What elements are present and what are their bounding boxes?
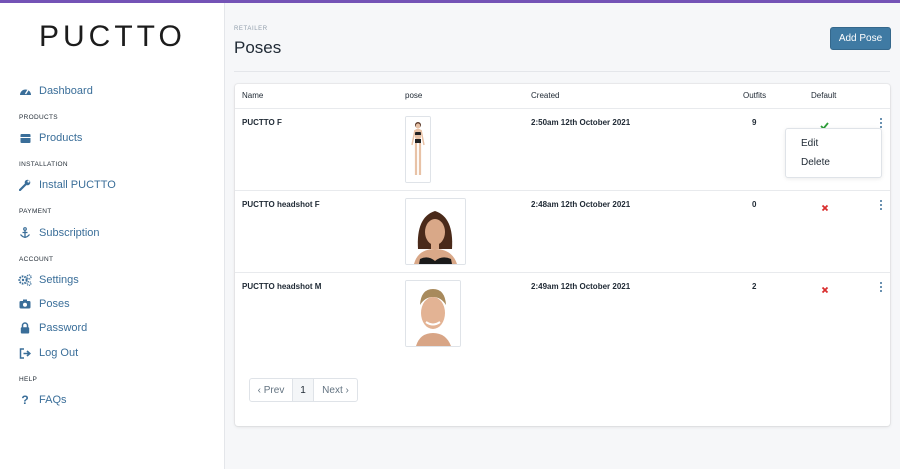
sidebar-item-poses[interactable]: Poses: [18, 295, 70, 313]
column-header-outfits: Outfits: [743, 91, 767, 100]
row-divider: [235, 272, 890, 273]
column-header-pose: pose: [405, 91, 423, 100]
section-label-help: HELP: [19, 376, 38, 383]
question-icon: ?: [21, 393, 29, 407]
pose-thumbnail-full-body[interactable]: [405, 116, 431, 183]
sidebar-item-label: Products: [39, 132, 83, 144]
section-label-installation: INSTALLATION: [19, 161, 68, 168]
pagination-prev-button[interactable]: ‹ Prev: [250, 379, 292, 401]
table-row-outfits: 9: [752, 118, 757, 127]
section-label-products: PRODUCTS: [19, 114, 58, 121]
table-row-name: PUCTTO headshot M: [242, 282, 322, 291]
sidebar-item-label: Install PUCTTO: [39, 179, 116, 191]
anchor-icon: [18, 226, 32, 240]
table-row-outfits: 2: [752, 282, 757, 291]
full-body-model-image: [406, 117, 430, 182]
row-divider: [235, 108, 890, 109]
pose-thumbnail-headshot-male[interactable]: [405, 280, 461, 347]
sidebar-item-label: Poses: [39, 298, 70, 310]
dropdown-item-delete[interactable]: Delete: [801, 157, 830, 168]
wrench-icon: [18, 178, 32, 192]
header-divider: [234, 71, 890, 72]
camera-icon: [18, 297, 32, 311]
lock-icon: [18, 321, 32, 335]
row-actions-dropdown: Edit Delete: [785, 128, 882, 178]
sidebar-item-logout[interactable]: Log Out: [18, 344, 78, 362]
section-label-payment: PAYMENT: [19, 208, 52, 215]
sidebar-item-subscription[interactable]: Subscription: [18, 224, 100, 242]
sidebar-item-dashboard[interactable]: Dashboard: [18, 82, 93, 100]
sidebar-item-label: Subscription: [39, 227, 100, 239]
column-header-default: Default: [811, 91, 837, 100]
not-default-cross-icon: [821, 199, 829, 217]
pagination-next-button[interactable]: Next ›: [314, 379, 357, 401]
sidebar-item-label: Settings: [39, 274, 79, 286]
table-row-created: 2:50am 12th October 2021: [531, 118, 631, 127]
sidebar-item-products[interactable]: Products: [18, 129, 82, 147]
row-divider: [235, 190, 890, 191]
pagination: ‹ Prev 1 Next ›: [249, 378, 358, 402]
pagination-page-1[interactable]: 1: [292, 379, 314, 401]
sidebar-item-label: Dashboard: [39, 85, 93, 97]
section-label-account: ACCOUNT: [19, 256, 54, 263]
table-row-outfits: 0: [752, 200, 757, 209]
sidebar-item-label: Log Out: [39, 347, 79, 359]
column-header-created: Created: [531, 91, 560, 100]
sidebar-item-settings[interactable]: Settings: [18, 271, 79, 289]
gears-icon: [18, 273, 32, 287]
sidebar-item-label: FAQs: [39, 394, 67, 406]
column-header-name: Name: [242, 91, 264, 100]
table-row-name: PUCTTO headshot F: [242, 200, 320, 209]
sidebar-item-faqs[interactable]: ? FAQs: [18, 391, 67, 409]
row-actions-menu-icon[interactable]: [878, 282, 884, 292]
male-headshot-image: [406, 281, 460, 346]
sidebar-item-label: Password: [39, 322, 88, 334]
table-row-created: 2:49am 12th October 2021: [531, 282, 631, 291]
female-headshot-image: [406, 199, 465, 264]
pose-thumbnail-headshot-female[interactable]: [405, 198, 466, 265]
sidebar-item-install[interactable]: Install PUCTTO: [18, 176, 116, 194]
sidebar-item-password[interactable]: Password: [18, 319, 87, 337]
sign-out-icon: [18, 346, 32, 360]
add-pose-button[interactable]: Add Pose: [830, 27, 891, 50]
page-title: Poses: [234, 38, 282, 57]
box-icon: [18, 131, 32, 145]
table-row-created: 2:48am 12th October 2021: [531, 200, 631, 209]
not-default-cross-icon: [821, 281, 829, 299]
table-row-name: PUCTTO F: [242, 118, 282, 127]
dropdown-item-edit[interactable]: Edit: [801, 138, 818, 149]
dashboard-gauge-icon: [18, 84, 32, 98]
row-actions-menu-icon[interactable]: [878, 118, 884, 128]
page-breadcrumb: RETAILER: [234, 26, 268, 32]
row-actions-menu-icon[interactable]: [878, 200, 884, 210]
logo: PUCTTO: [39, 20, 186, 53]
